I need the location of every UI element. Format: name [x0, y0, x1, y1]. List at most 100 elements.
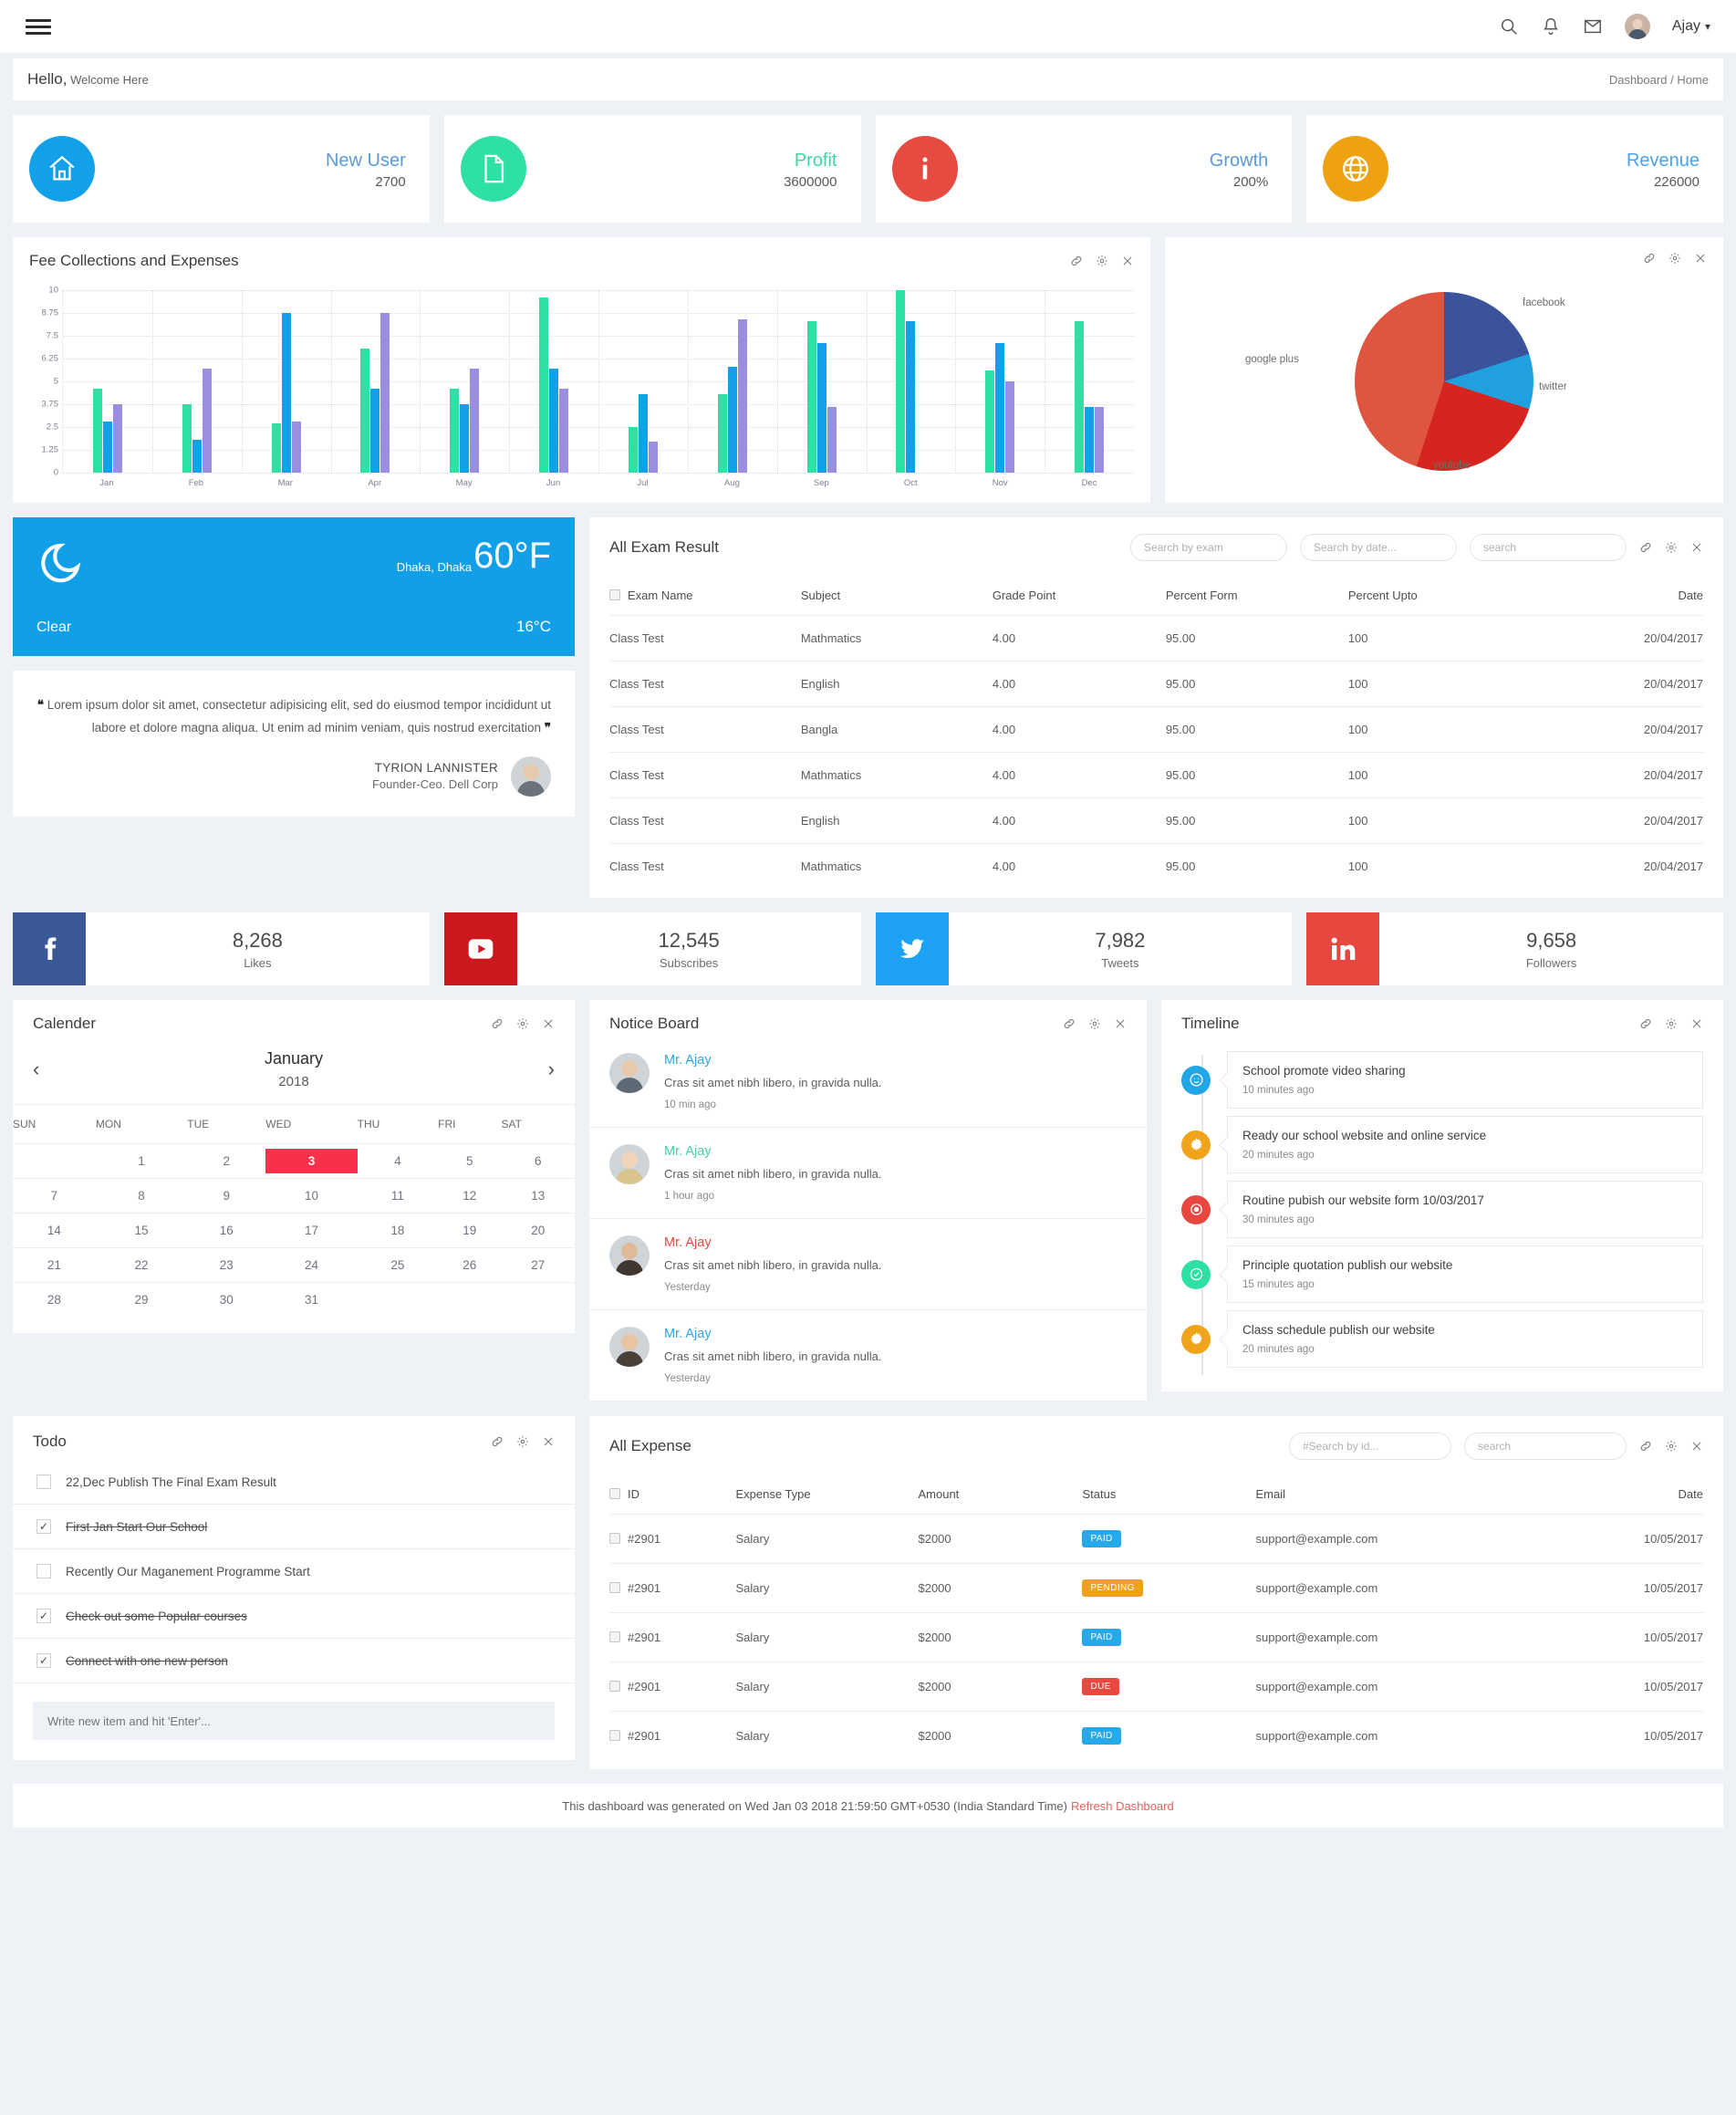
- search-input[interactable]: [1470, 534, 1627, 561]
- link-icon[interactable]: [1063, 1017, 1076, 1030]
- column-header[interactable]: Percent Upto: [1348, 574, 1567, 616]
- bar[interactable]: [202, 369, 212, 473]
- breadcrumb-current[interactable]: Home: [1677, 73, 1709, 87]
- calendar-prev-button[interactable]: ‹: [33, 1059, 39, 1079]
- calendar-day[interactable]: 28: [13, 1282, 96, 1317]
- table-row[interactable]: Class Test Mathmatics 4.00 95.00 100 20/04/20…: [609, 615, 1703, 662]
- bar[interactable]: [727, 367, 737, 473]
- table-row[interactable]: #2901 Salary $2000 PAID support@example.com 1…: [609, 1612, 1703, 1662]
- calendar-day[interactable]: 1: [95, 1143, 188, 1179]
- notice-author[interactable]: Mr. Ajay: [664, 1053, 1127, 1068]
- bar[interactable]: [460, 404, 470, 473]
- column-header[interactable]: Date: [1556, 1473, 1703, 1515]
- todo-item[interactable]: 22,Dec Publish The Final Exam Result: [13, 1460, 575, 1505]
- calendar-day[interactable]: 23: [187, 1247, 266, 1283]
- calendar-day[interactable]: 31: [265, 1282, 358, 1317]
- gear-icon[interactable]: [1665, 1440, 1678, 1453]
- table-row[interactable]: #2901 Salary $2000 PAID support@example.com 1…: [609, 1711, 1703, 1760]
- bar[interactable]: [806, 321, 816, 473]
- row-checkbox[interactable]: [609, 1582, 620, 1593]
- search-id-input[interactable]: [1289, 1433, 1451, 1460]
- todo-checkbox[interactable]: [36, 1474, 51, 1489]
- todo-item[interactable]: ✓ First Jan Start Our School: [13, 1505, 575, 1549]
- row-checkbox[interactable]: [609, 1631, 620, 1642]
- calendar-day[interactable]: 10: [265, 1178, 358, 1214]
- link-icon[interactable]: [491, 1017, 504, 1030]
- calendar-day[interactable]: 25: [357, 1247, 439, 1283]
- close-icon[interactable]: [1121, 255, 1134, 267]
- column-header[interactable]: Grade Point: [993, 574, 1166, 616]
- timeline-item[interactable]: Principle quotation publish our website 1…: [1181, 1245, 1703, 1303]
- notice-item[interactable]: Mr. Ajay Cras sit amet nibh libero, in gr…: [589, 1128, 1147, 1219]
- todo-checkbox[interactable]: ✓: [36, 1653, 51, 1668]
- mail-icon[interactable]: [1583, 16, 1603, 36]
- notice-author[interactable]: Mr. Ajay: [664, 1144, 1127, 1159]
- calendar-day[interactable]: 14: [13, 1213, 96, 1248]
- calendar-day[interactable]: 20: [501, 1213, 575, 1248]
- calendar-day[interactable]: 27: [501, 1247, 575, 1283]
- link-icon[interactable]: [1643, 252, 1656, 265]
- social-stat-linkedin[interactable]: 9,658 Followers: [1306, 912, 1723, 985]
- bar[interactable]: [717, 394, 727, 473]
- bar[interactable]: [638, 394, 648, 473]
- link-icon[interactable]: [1639, 1440, 1652, 1453]
- calendar-day[interactable]: 29: [95, 1282, 188, 1317]
- gear-icon[interactable]: [1668, 252, 1681, 265]
- calendar-day[interactable]: 19: [438, 1213, 502, 1248]
- table-row[interactable]: #2901 Salary $2000 DUE support@example.com 10…: [609, 1662, 1703, 1712]
- timeline-item[interactable]: Class schedule publish our website 20 min…: [1181, 1310, 1703, 1368]
- social-stat-youtube[interactable]: 12,545 Subscribes: [443, 912, 861, 985]
- notice-item[interactable]: Mr. Ajay Cras sit amet nibh libero, in gr…: [589, 1219, 1147, 1310]
- timeline-item[interactable]: Ready our school website and online serv…: [1181, 1116, 1703, 1173]
- column-header[interactable]: Date: [1567, 574, 1703, 616]
- calendar-day[interactable]: 13: [501, 1178, 575, 1214]
- timeline-item[interactable]: School promote video sharing 10 minutes a…: [1181, 1051, 1703, 1109]
- bar[interactable]: [559, 389, 569, 473]
- notice-author[interactable]: Mr. Ajay: [664, 1235, 1127, 1250]
- bell-icon[interactable]: [1541, 16, 1561, 36]
- select-all-checkbox[interactable]: [609, 589, 620, 600]
- bar[interactable]: [102, 422, 112, 473]
- notice-item[interactable]: Mr. Ajay Cras sit amet nibh libero, in gr…: [589, 1037, 1147, 1128]
- column-header[interactable]: ID: [609, 1473, 735, 1515]
- column-header[interactable]: Subject: [801, 574, 993, 616]
- bar[interactable]: [1075, 321, 1085, 473]
- gear-icon[interactable]: [1665, 541, 1678, 554]
- gear-icon[interactable]: [1096, 255, 1108, 267]
- calendar-today[interactable]: 3: [265, 1149, 358, 1173]
- bar[interactable]: [906, 321, 916, 473]
- bar[interactable]: [182, 404, 192, 473]
- calendar-day[interactable]: 26: [438, 1247, 502, 1283]
- todo-item[interactable]: ✓ Connect with one new person: [13, 1639, 575, 1683]
- table-row[interactable]: Class Test Mathmatics 4.00 95.00 100 20/04/20…: [609, 752, 1703, 798]
- link-icon[interactable]: [1639, 541, 1652, 554]
- breadcrumb-parent[interactable]: Dashboard: [1609, 73, 1668, 87]
- bar[interactable]: [737, 319, 747, 473]
- calendar-day[interactable]: 9: [187, 1178, 266, 1214]
- bar[interactable]: [539, 297, 549, 473]
- bar[interactable]: [92, 389, 102, 473]
- bar[interactable]: [291, 422, 301, 473]
- todo-item[interactable]: Recently Our Maganement Programme Start: [13, 1549, 575, 1594]
- row-checkbox[interactable]: [609, 1533, 620, 1544]
- gear-icon[interactable]: [516, 1435, 529, 1448]
- table-row[interactable]: Class Test English 4.00 95.00 100 20/04/2017: [609, 797, 1703, 844]
- notice-author[interactable]: Mr. Ajay: [664, 1327, 1127, 1341]
- calendar-day[interactable]: 21: [13, 1247, 96, 1283]
- table-row[interactable]: Class Test Bangla 4.00 95.00 100 20/04/2017: [609, 706, 1703, 753]
- bar[interactable]: [470, 369, 480, 473]
- calendar-day[interactable]: 30: [187, 1282, 266, 1317]
- bar[interactable]: [995, 343, 1005, 473]
- bar[interactable]: [192, 440, 202, 473]
- todo-checkbox[interactable]: ✓: [36, 1609, 51, 1623]
- calendar-day[interactable]: 3: [265, 1143, 358, 1179]
- select-all-checkbox[interactable]: [609, 1488, 620, 1499]
- avatar[interactable]: [1624, 14, 1650, 39]
- calendar-day[interactable]: 6: [501, 1143, 575, 1179]
- calendar-next-button[interactable]: ›: [548, 1059, 555, 1079]
- close-icon[interactable]: [1690, 541, 1703, 554]
- calendar-day[interactable]: 16: [187, 1213, 266, 1248]
- bar[interactable]: [271, 423, 281, 473]
- link-icon[interactable]: [491, 1435, 504, 1448]
- bar[interactable]: [816, 343, 826, 473]
